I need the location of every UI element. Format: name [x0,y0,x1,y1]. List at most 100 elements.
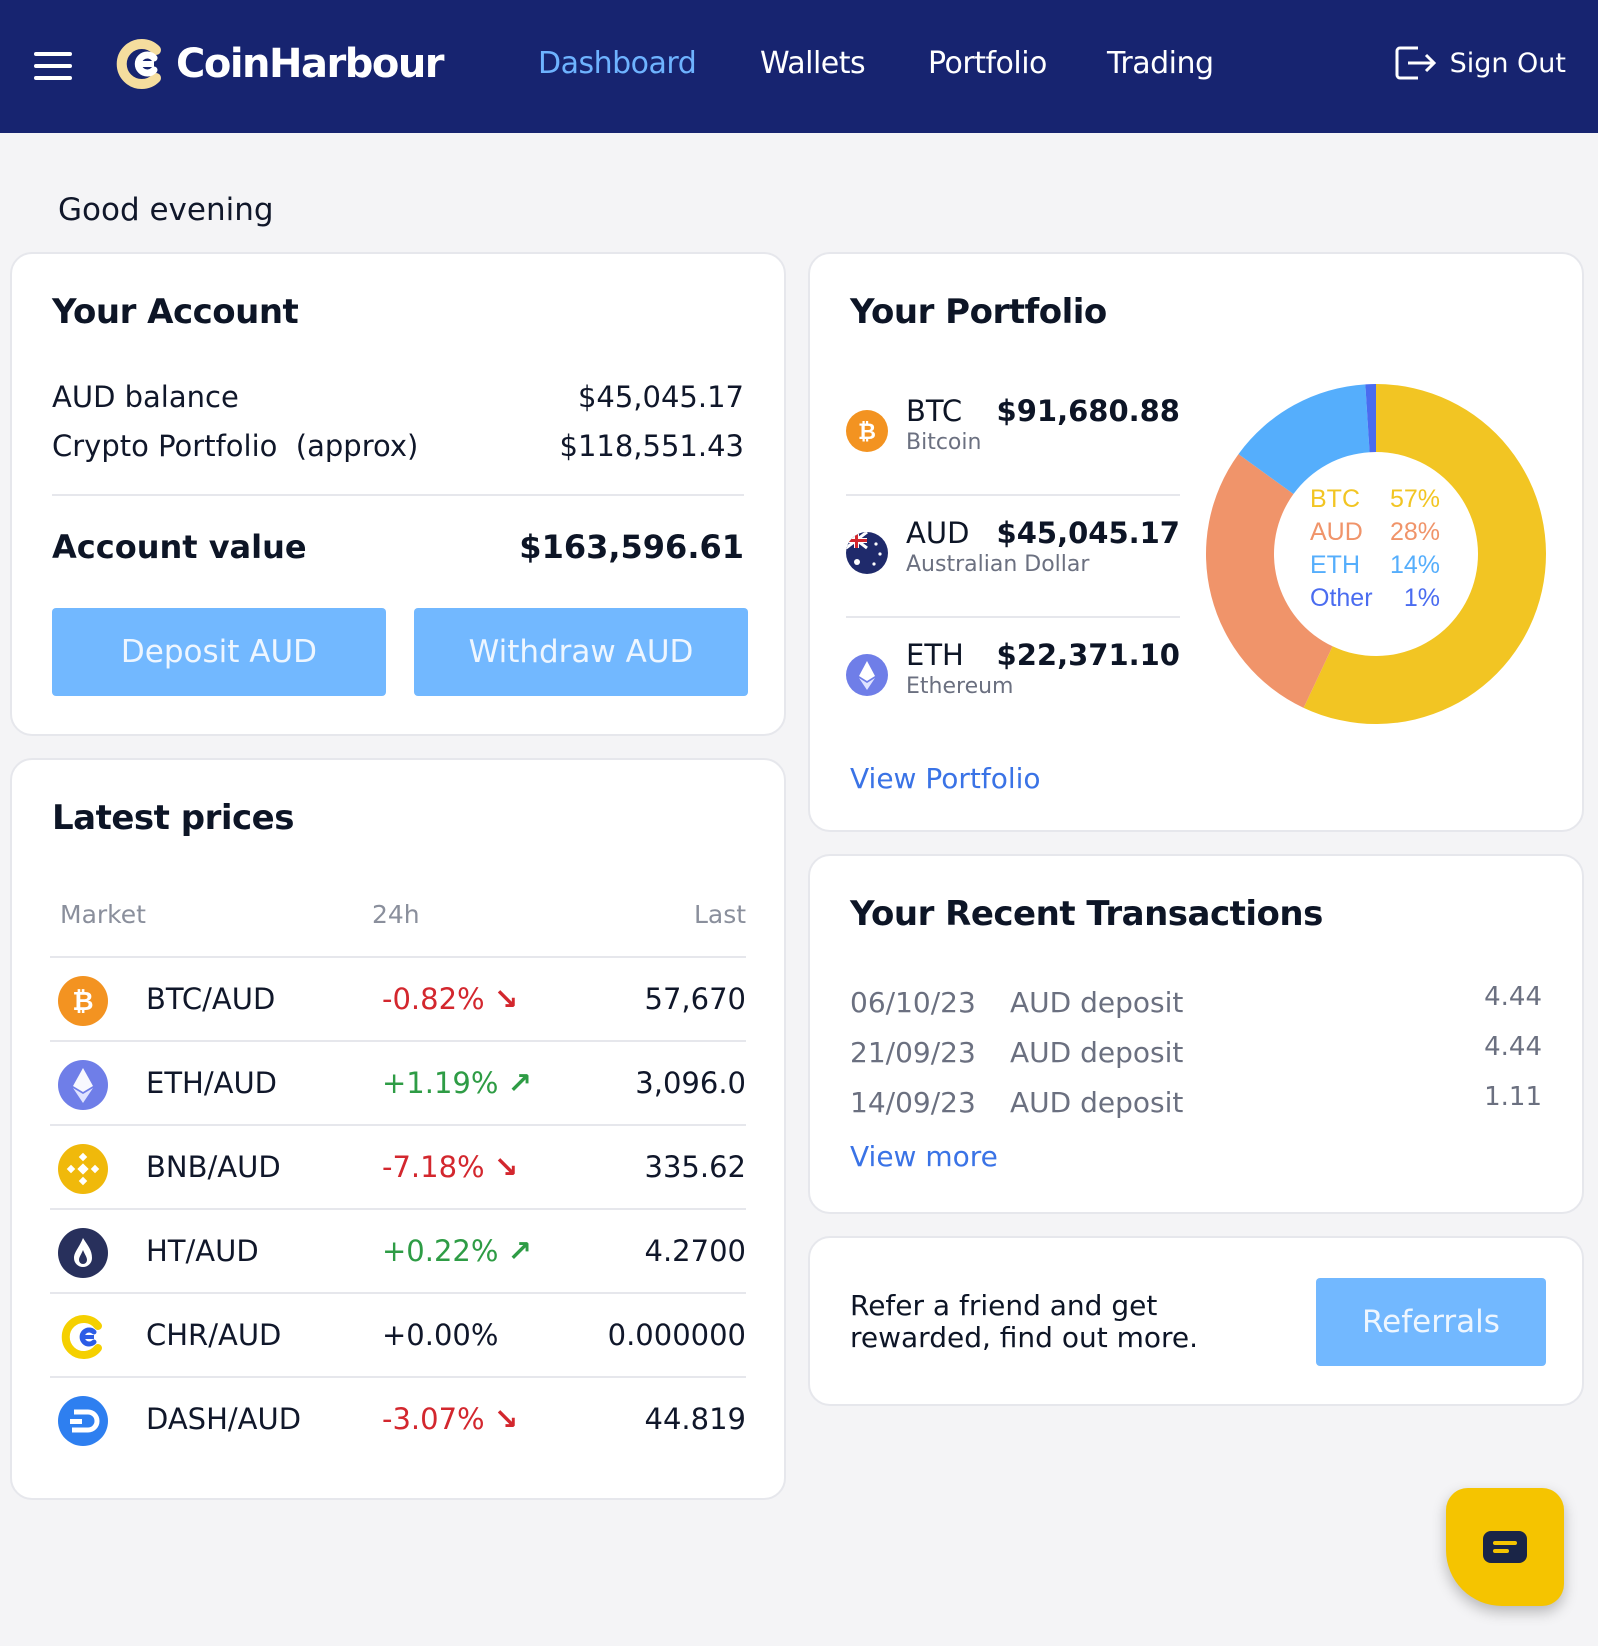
market-name: DASH/AUD [146,1402,302,1436]
arrow-down-icon: ↘ [493,1402,519,1436]
market-name: BTC/AUD [146,982,276,1016]
account-value: $163,596.61 [519,528,744,566]
market-name: HT/AUD [146,1234,259,1268]
market-name: ETH/AUD [146,1066,278,1100]
eth-icon [58,1060,108,1110]
legend-label-eth: ETH [1310,551,1360,579]
btc-icon: ₿ [846,410,888,452]
deposit-aud-button[interactable]: Deposit AUD [52,608,386,696]
holding-aud[interactable]: AUD Australian Dollar $45,045.17 [846,494,1180,614]
change-24h: +0.00% [382,1318,499,1352]
holding-btc[interactable]: ₿ BTC Bitcoin $91,680.88 [846,372,1180,492]
holding-amount: $22,371.10 [996,638,1180,672]
transaction-description: AUD deposit [1010,1036,1184,1069]
btc-icon: ₿ [58,976,108,1026]
view-more-link[interactable]: View more [850,1140,998,1173]
arrow-down-icon: ↘ [493,982,519,1016]
nav-trading[interactable]: Trading [1107,46,1214,81]
nav-dashboard[interactable]: Dashboard [538,46,697,81]
portfolio-card: Your Portfolio ₿ BTC Bitcoin $91,680.88 … [808,252,1584,832]
sign-out-label: Sign Out [1449,47,1566,79]
price-row-bnb[interactable]: BNB/AUD -7.18% ↘ 335.62 [50,1124,746,1208]
change-24h: +1.19% ↗ [382,1066,532,1100]
dash-icon [58,1396,108,1446]
crypto-portfolio-label: Crypto Portfolio (approx) [52,429,419,463]
legend-label-other: Other [1310,584,1373,612]
nav-portfolio[interactable]: Portfolio [928,46,1047,81]
holding-amount: $91,680.88 [996,394,1180,428]
legend-label-aud: AUD [1310,518,1363,546]
chat-icon [1483,1531,1527,1563]
transactions-card: Your Recent Transactions 06/10/23 AUD de… [808,854,1584,1214]
arrow-up-icon: ↗ [507,1234,532,1268]
australian-flag-icon [846,532,888,574]
sign-out-button[interactable]: Sign Out [1394,44,1566,82]
last-price: 57,670 [644,982,746,1016]
account-card: Your Account AUD balance $45,045.17 Cryp… [10,252,786,736]
transaction-amount: 1.11 [1484,1082,1542,1112]
greeting: Good evening [58,192,274,228]
nav-wallets[interactable]: Wallets [760,46,866,81]
transaction-date: 14/09/23 [850,1086,976,1119]
market-name: BNB/AUD [146,1150,281,1184]
portfolio-title: Your Portfolio [850,292,1107,332]
holding-name: Ethereum [906,674,1014,699]
transaction-date: 21/09/23 [850,1036,976,1069]
column-header-last: Last [694,900,747,929]
market-name: CHR/AUD [146,1318,282,1352]
last-price: 335.62 [644,1150,746,1184]
transaction-description: AUD deposit [1010,1086,1184,1119]
referrals-button[interactable]: Referrals [1316,1278,1546,1366]
change-24h: +0.22% ↗ [382,1234,532,1268]
bnb-icon [58,1144,108,1194]
withdraw-aud-button[interactable]: Withdraw AUD [414,608,748,696]
ht-icon [58,1228,108,1278]
last-price: 4.2700 [644,1234,746,1268]
column-header-24h: 24h [372,900,420,929]
svg-text:₿: ₿ [72,987,93,1017]
last-price: 0.000000 [607,1318,746,1352]
holding-symbol: BTC [906,394,963,428]
price-row-chr[interactable]: CHR/AUD +0.00% 0.000000 [50,1292,746,1376]
top-navigation-bar: CoinHarbour Dashboard Wallets Portfolio … [0,0,1598,133]
change-24h: -0.82% ↘ [382,982,519,1016]
brand-logo[interactable]: CoinHarbour [116,38,445,90]
divider [52,494,744,496]
price-row-ht[interactable]: HT/AUD +0.22% ↗ 4.2700 [50,1208,746,1292]
change-24h: -3.07% ↘ [382,1402,519,1436]
brand-name: CoinHarbour [176,41,445,87]
price-row-btc[interactable]: ₿ BTC/AUD -0.82% ↘ 57,670 [50,956,746,1040]
aud-balance-label: AUD balance [52,380,239,414]
price-row-eth[interactable]: ETH/AUD +1.19% ↗ 3,096.0 [50,1040,746,1124]
chat-button[interactable] [1446,1488,1564,1606]
aud-balance-value: $45,045.17 [577,380,744,414]
holding-name: Bitcoin [906,430,982,455]
transaction-description: AUD deposit [1010,986,1184,1019]
sign-out-icon [1395,46,1436,80]
legend-value-other: 1% [1404,584,1440,612]
last-price: 44.819 [644,1402,746,1436]
crypto-portfolio-value: $118,551.43 [559,429,745,463]
change-24h: -7.18% ↘ [382,1150,519,1184]
legend-label-btc: BTC [1310,485,1360,513]
menu-icon[interactable] [34,52,72,80]
portfolio-donut-chart: BTC 57% AUD 28% ETH 14% Other 1% [1206,384,1546,724]
price-row-dash[interactable]: DASH/AUD -3.07% ↘ 44.819 [50,1376,746,1460]
last-price: 3,096.0 [635,1066,746,1100]
transaction-amount: 4.44 [1484,982,1542,1012]
holding-name: Australian Dollar [906,552,1090,577]
transaction-amount: 4.44 [1484,1032,1542,1062]
transactions-title: Your Recent Transactions [850,894,1323,934]
holding-eth[interactable]: ETH Ethereum $22,371.10 [846,616,1180,736]
legend-value-aud: 28% [1390,518,1440,546]
referral-card: Refer a friend and get rewarded, find ou… [808,1236,1584,1406]
aud-balance-row: AUD balance $45,045.17 [52,380,744,414]
svg-text:₿: ₿ [858,420,876,445]
holding-symbol: ETH [906,638,964,672]
legend-value-eth: 14% [1390,551,1440,579]
account-value-label: Account value [52,528,307,566]
holding-symbol: AUD [906,516,970,550]
view-portfolio-link[interactable]: View Portfolio [850,762,1041,795]
legend-value-btc: 57% [1390,485,1440,513]
chr-icon [58,1312,108,1362]
